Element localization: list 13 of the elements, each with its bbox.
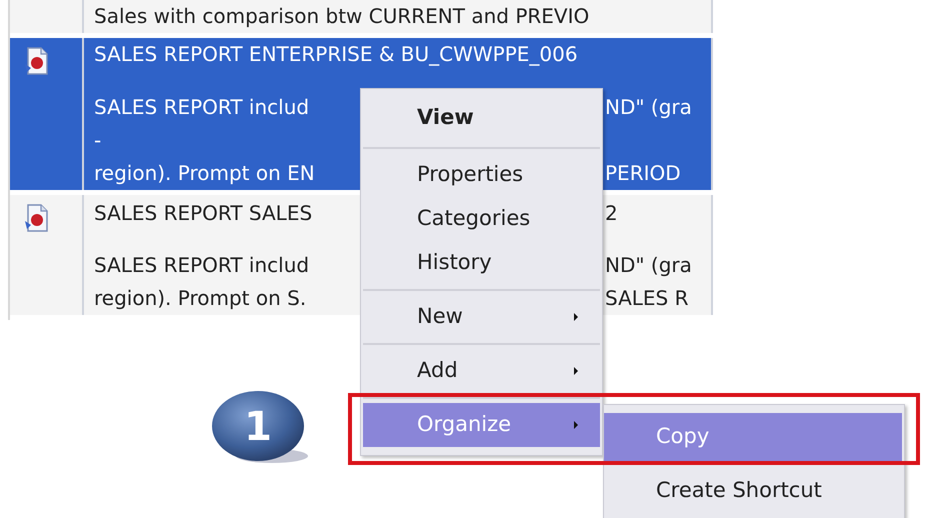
- row-text: -: [94, 127, 102, 154]
- row-text: SALES R: [605, 285, 690, 312]
- row-text: ND" (gra: [605, 252, 693, 279]
- row-text: Sales with comparison btw CURRENT and PREVIO: [94, 3, 590, 30]
- row-text: ND" (gra: [605, 94, 693, 121]
- row-text: SALES REPORT SALES: [94, 200, 314, 227]
- row-text: SALES REPORT ENTERPRISE & BU_CWWPPE_006: [94, 41, 579, 68]
- row-text: 2: [605, 200, 619, 227]
- row-text: SALES REPORT includ: [94, 252, 310, 279]
- row-text: PERIOD: [605, 160, 682, 187]
- row-text: region). Prompt on S.: [94, 285, 308, 312]
- row-text: SALES REPORT includ: [94, 94, 310, 121]
- row-text: region). Prompt on EN: [94, 160, 316, 187]
